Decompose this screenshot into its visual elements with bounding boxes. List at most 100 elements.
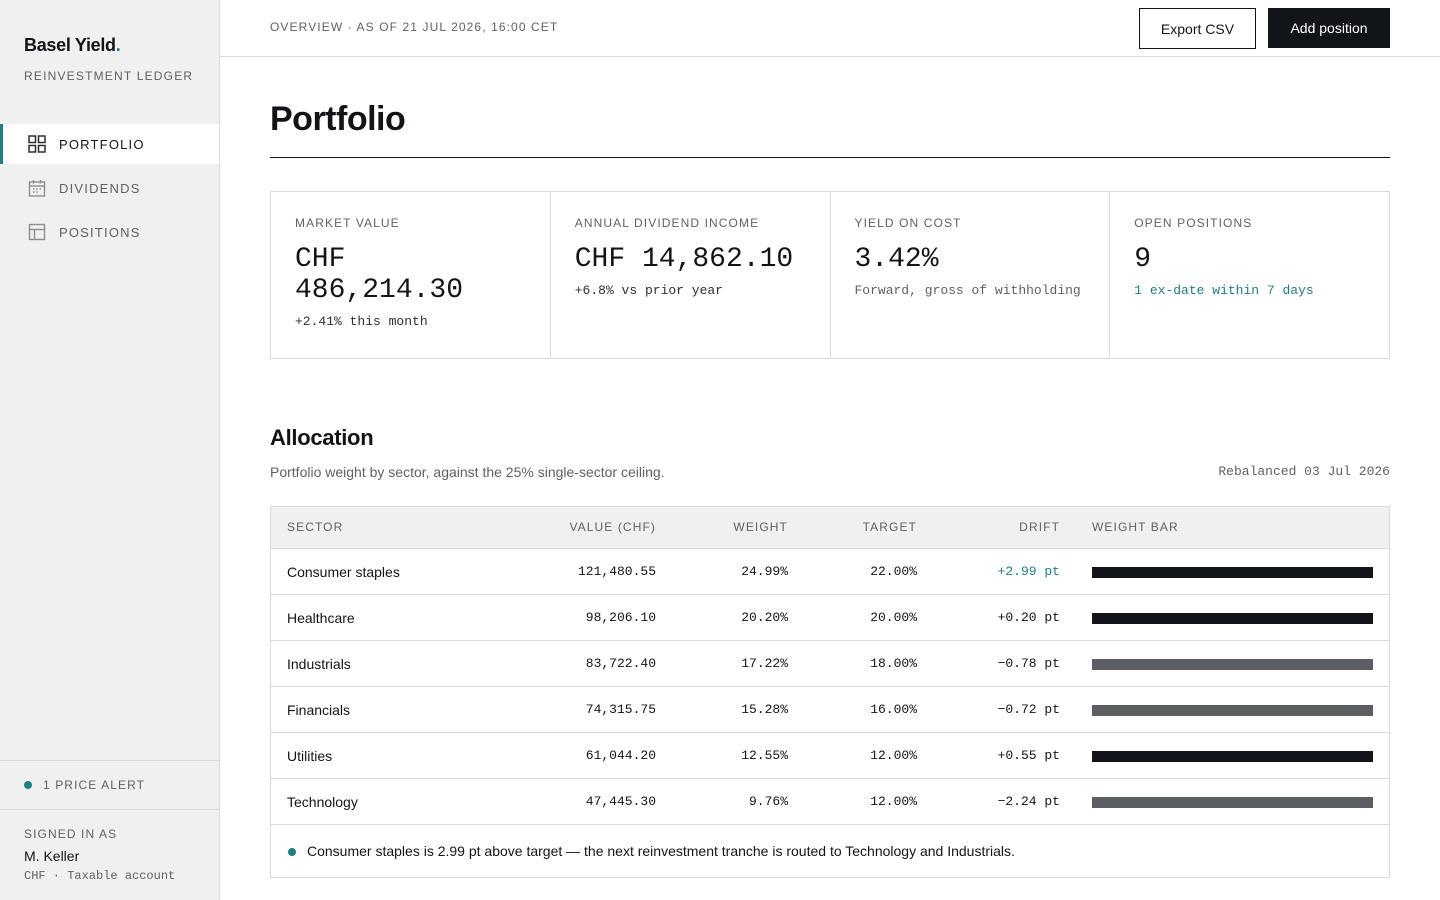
weight-bar xyxy=(1092,567,1373,578)
kpi-note: Forward, gross of withholding xyxy=(854,283,1081,298)
sector-cell: Technology xyxy=(287,794,358,810)
top-bar: OVERVIEW · AS OF 21 JUL 2026, 16:00 CET … xyxy=(220,0,1440,57)
value-cell: 47,445.30 xyxy=(585,794,656,809)
brand-subtitle: REINVESTMENT LEDGER xyxy=(24,69,194,83)
kpi-note: +2.41% this month xyxy=(295,314,428,329)
table-icon xyxy=(26,221,48,243)
target-cell: 12.00% xyxy=(870,748,917,763)
value-cell: 83,722.40 xyxy=(585,656,656,671)
kpi-label: OPEN POSITIONS xyxy=(1134,216,1253,230)
table-body: Consumer staples 121,480.55 24.99% 22.00% +2… xyxy=(271,549,1389,825)
target-cell: 18.00% xyxy=(870,656,917,671)
weight-cell: 17.22% xyxy=(741,656,788,671)
kpi-label: YIELD ON COST xyxy=(854,216,962,230)
drift-cell: −0.72 pt xyxy=(997,702,1060,717)
weight-bar xyxy=(1092,797,1373,808)
sidebar-item-label: POSITIONS xyxy=(59,224,141,240)
page-title: Portfolio xyxy=(270,100,406,138)
column-header-sector[interactable]: SECTOR xyxy=(287,520,343,534)
kpi-value: CHF 486,214.30 xyxy=(295,244,526,306)
table-row[interactable]: Financials 74,315.75 15.28% 16.00% −0.72 pt xyxy=(271,687,1389,733)
column-header-weight-bar: WEIGHT BAR xyxy=(1092,520,1179,534)
sector-cell: Industrials xyxy=(287,656,351,672)
brand-dot: . xyxy=(115,35,121,55)
sidebar-item-portfolio[interactable]: PORTFOLIO xyxy=(0,124,219,164)
price-alert[interactable]: 1 PRICE ALERT xyxy=(0,760,219,810)
allocation-table: SECTOR VALUE (CHF) WEIGHT TARGET DRIFT W… xyxy=(270,506,1390,878)
table-header: SECTOR VALUE (CHF) WEIGHT TARGET DRIFT W… xyxy=(271,507,1389,549)
sector-cell: Consumer staples xyxy=(287,564,400,580)
weight-bar xyxy=(1092,705,1373,716)
brand-name: Basel Yield xyxy=(24,35,116,55)
sidebar-item-dividends[interactable]: DIVIDENDS xyxy=(0,168,219,208)
value-cell: 61,044.20 xyxy=(585,748,656,763)
sidebar-nav: PORTFOLIO DIVIDENDS POSITIONS xyxy=(0,124,219,256)
breadcrumb: OVERVIEW · AS OF 21 JUL 2026, 16:00 CET xyxy=(270,20,559,34)
sidebar-item-label: DIVIDENDS xyxy=(59,180,141,196)
value-cell: 121,480.55 xyxy=(577,564,656,579)
user-name: M. Keller xyxy=(24,848,80,864)
kpi-cards: MARKET VALUE CHF 486,214.30 +2.41% this … xyxy=(270,191,1390,359)
footnote-text: Consumer staples is 2.99 pt above target… xyxy=(307,843,1015,859)
export-csv-button[interactable]: Export CSV xyxy=(1139,8,1256,49)
signed-in-label: SIGNED IN AS xyxy=(24,827,118,841)
allocation-title: Allocation xyxy=(270,425,374,450)
weight-cell: 20.20% xyxy=(741,610,788,625)
target-cell: 12.00% xyxy=(870,794,917,809)
drift-cell: +0.55 pt xyxy=(997,748,1060,763)
weight-bar xyxy=(1092,659,1373,670)
kpi-note: +6.8% vs prior year xyxy=(574,283,723,298)
sidebar-item-positions[interactable]: POSITIONS xyxy=(0,212,219,252)
table-row[interactable]: Industrials 83,722.40 17.22% 18.00% −0.78 pt xyxy=(271,641,1389,687)
kpi-value: CHF 14,862.10 xyxy=(574,244,794,275)
weight-cell: 24.99% xyxy=(741,564,788,579)
column-header-target[interactable]: TARGET xyxy=(863,520,917,534)
table-row[interactable]: Consumer staples 121,480.55 24.99% 22.00% +2… xyxy=(271,549,1389,595)
title-divider xyxy=(270,157,1390,158)
add-position-button[interactable]: Add position xyxy=(1268,8,1390,48)
target-cell: 22.00% xyxy=(870,564,917,579)
sector-cell: Utilities xyxy=(287,748,333,764)
brand-logo[interactable]: Basel Yield. xyxy=(24,35,121,56)
value-cell: 98,206.10 xyxy=(585,610,656,625)
alert-dot-icon xyxy=(24,781,32,789)
column-header-value[interactable]: VALUE (CHF) xyxy=(569,520,656,534)
sector-cell: Healthcare xyxy=(287,610,355,626)
column-header-weight[interactable]: WEIGHT xyxy=(733,520,788,534)
sidebar: Basel Yield. REINVESTMENT LEDGER PORTFOL… xyxy=(0,0,220,900)
table-row[interactable]: Technology 47,445.30 9.76% 12.00% −2.24 pt xyxy=(271,779,1389,825)
allocation-footnote: Consumer staples is 2.99 pt above target… xyxy=(271,825,1389,877)
kpi-card-market-value: MARKET VALUE CHF 486,214.30 +2.41% this … xyxy=(271,192,551,358)
allocation-subtitle: Portfolio weight by sector, against the … xyxy=(270,464,665,480)
weight-cell: 15.28% xyxy=(741,702,788,717)
price-alert-label: 1 PRICE ALERT xyxy=(43,778,146,792)
kpi-value-line: 486,214.30 xyxy=(295,275,464,306)
sector-cell: Financials xyxy=(287,702,351,718)
drift-cell: +2.99 pt xyxy=(997,564,1060,579)
table-row[interactable]: Utilities 61,044.20 12.55% 12.00% +0.55 pt xyxy=(271,733,1389,779)
kpi-card-yield-on-cost: YIELD ON COST 3.42% Forward, gross of wi… xyxy=(831,192,1111,358)
kpi-label: ANNUAL DIVIDEND INCOME xyxy=(574,216,760,230)
kpi-card-open-positions: OPEN POSITIONS 9 1 ex-date within 7 days xyxy=(1110,192,1389,358)
grid-icon xyxy=(26,133,48,155)
target-cell: 16.00% xyxy=(870,702,917,717)
kpi-label: MARKET VALUE xyxy=(295,216,400,230)
kpi-value-line: CHF xyxy=(295,244,346,275)
user-account: CHF · Taxable account xyxy=(24,869,176,883)
kpi-value: 9 xyxy=(1134,244,1152,275)
target-cell: 20.00% xyxy=(870,610,917,625)
weight-cell: 12.55% xyxy=(741,748,788,763)
drift-cell: −2.24 pt xyxy=(997,794,1060,809)
sidebar-item-label: PORTFOLIO xyxy=(59,136,145,152)
drift-cell: +0.20 pt xyxy=(997,610,1060,625)
footnote-dot-icon xyxy=(288,848,296,856)
drift-cell: −0.78 pt xyxy=(997,656,1060,671)
calendar-icon xyxy=(26,177,48,199)
weight-bar xyxy=(1092,751,1373,762)
value-cell: 74,315.75 xyxy=(585,702,656,717)
column-header-drift[interactable]: DRIFT xyxy=(1019,520,1060,534)
weight-bar xyxy=(1092,613,1373,624)
weight-cell: 9.76% xyxy=(748,794,788,809)
table-row[interactable]: Healthcare 98,206.10 20.20% 20.00% +0.20 pt xyxy=(271,595,1389,641)
ex-date-link[interactable]: 1 ex-date within 7 days xyxy=(1134,283,1365,298)
